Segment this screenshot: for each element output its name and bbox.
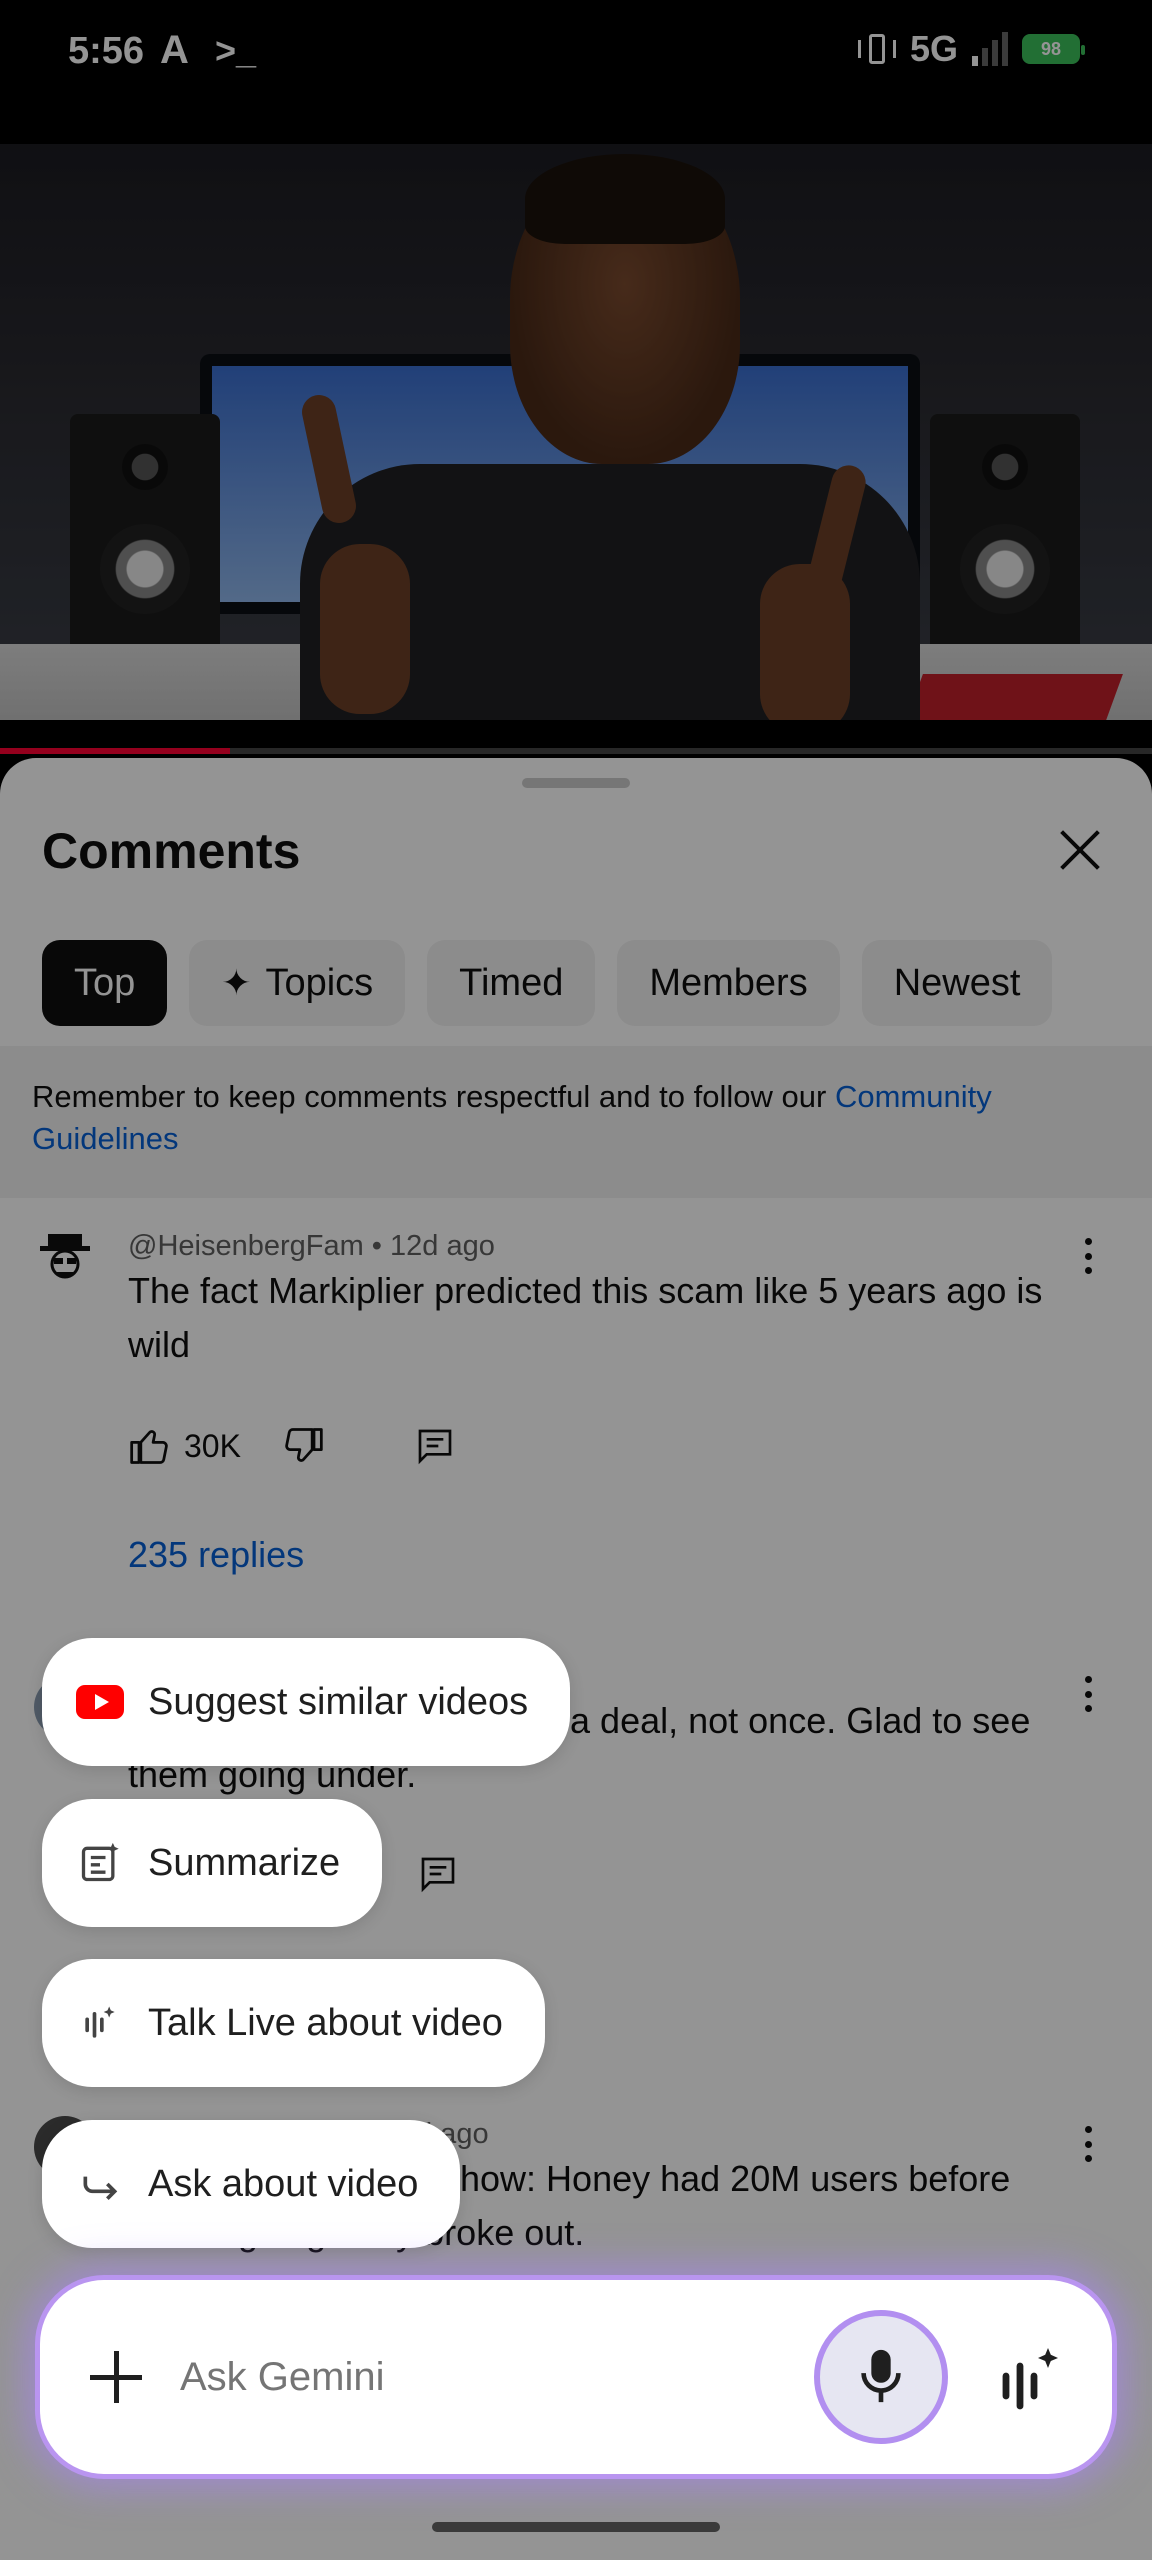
suggestion-label: Talk Live about video [148,2001,503,2044]
gemini-live-icon [1002,2348,1058,2410]
gemini-live-button[interactable] [990,2340,1070,2420]
microphone-icon [861,2349,901,2403]
live-icon [76,1999,124,2047]
suggestion-label: Summarize [148,1841,341,1884]
gemini-input-bar [40,2280,1112,2474]
suggest-similar-videos-button[interactable]: Suggest similar videos [42,1638,571,1766]
summarize-button[interactable]: Summarize [42,1799,383,1927]
talk-live-button[interactable]: Talk Live about video [42,1959,545,2087]
share-arrow-icon [76,2160,124,2208]
home-indicator[interactable] [432,2522,720,2532]
youtube-icon [76,1678,124,1726]
ask-about-video-button[interactable]: Ask about video [42,2120,461,2248]
suggestion-label: Suggest similar videos [148,1680,529,1723]
add-icon[interactable] [86,2347,146,2407]
microphone-button[interactable] [814,2310,948,2444]
summarize-icon [76,1839,124,1887]
ask-gemini-input[interactable] [180,2344,680,2410]
suggestion-label: Ask about video [148,2162,419,2205]
